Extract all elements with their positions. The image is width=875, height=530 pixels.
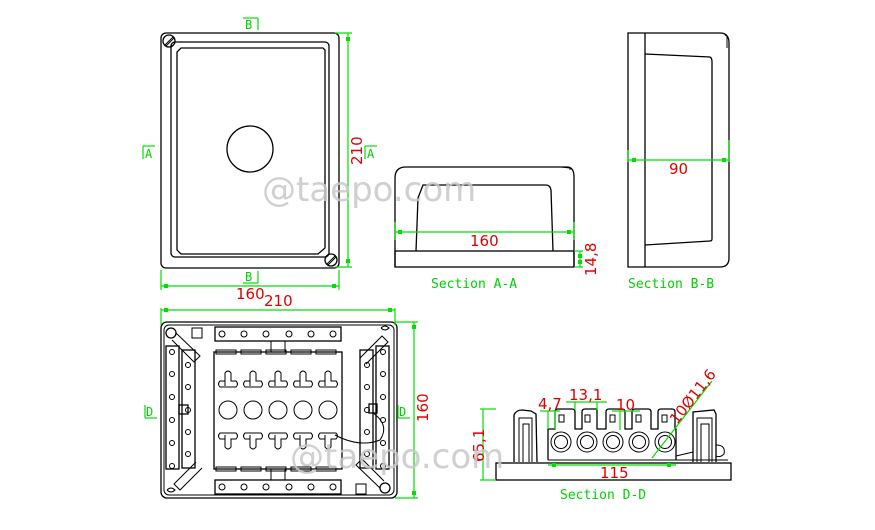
svg-text:210: 210 <box>348 136 366 165</box>
svg-text:160: 160 <box>414 393 432 422</box>
svg-text:D: D <box>146 405 153 419</box>
left-rail <box>165 327 203 493</box>
watermark: @taepo.com <box>262 170 476 210</box>
svg-text:210: 210 <box>264 292 293 310</box>
dimension-d-length: 115 <box>548 463 676 482</box>
section-b-b: 90 Section B-B <box>627 32 730 292</box>
svg-text:90: 90 <box>669 160 688 178</box>
section-d-label: Section D-D <box>560 488 646 503</box>
dimension-d-pitch: 13,1 <box>566 386 607 410</box>
svg-text:B: B <box>245 270 252 284</box>
dimension-b-depth: 90 <box>627 140 730 178</box>
dimension-a-base: 14,8 <box>574 243 600 276</box>
watermark: @taepo.com <box>290 437 504 477</box>
section-marker-a-left: A <box>142 145 155 161</box>
top-terminal-strip <box>214 326 342 352</box>
screw-icon <box>324 253 338 267</box>
dimension-d-slot: 4,7 <box>538 395 562 429</box>
left-clip <box>513 409 538 463</box>
svg-text:A: A <box>367 147 375 161</box>
svg-text:B: B <box>245 18 252 32</box>
svg-text:A: A <box>145 147 153 161</box>
technical-drawing: B B A A 160 210 160 14,8 Section A-A 90 … <box>142 17 732 503</box>
lid-center-hole <box>226 125 274 173</box>
section-a-base <box>394 250 575 268</box>
section-b-shell <box>627 32 730 268</box>
top-view: B B A A 160 210 <box>142 17 377 303</box>
section-a-label: Section A-A <box>431 277 517 292</box>
section-b-label: Section B-B <box>628 277 714 292</box>
screw-icon <box>162 34 176 48</box>
svg-text:10: 10 <box>616 396 635 414</box>
svg-text:115: 115 <box>600 464 629 482</box>
svg-text:160: 160 <box>470 232 499 250</box>
dimension-d-hole: 10Ø11,6 <box>651 366 720 459</box>
lid-panel <box>176 47 326 255</box>
svg-text:D: D <box>399 405 406 419</box>
dimension-d-gap: 10 <box>612 396 640 430</box>
section-marker-b-bottom: B <box>243 270 259 284</box>
section-b-cavity <box>644 53 713 246</box>
section-marker-d-left: D <box>144 405 157 419</box>
dimension-internal-width: 210 <box>160 292 396 325</box>
section-marker-b-top: B <box>243 17 259 32</box>
dimension-a-width: 160 <box>394 222 575 250</box>
section-d-d: 65,1 4,7 13,1 10 10Ø11,6 115 Section D-D <box>470 366 732 503</box>
svg-text:14,8: 14,8 <box>582 243 600 276</box>
svg-text:13,1: 13,1 <box>569 386 602 404</box>
lid-outer-outline <box>160 32 340 269</box>
section-marker-a-right: A <box>364 145 377 161</box>
lid-inner-rim <box>170 41 330 258</box>
section-marker-d-right: D <box>397 405 410 419</box>
svg-text:160: 160 <box>236 285 265 303</box>
svg-text:4,7: 4,7 <box>538 395 562 413</box>
